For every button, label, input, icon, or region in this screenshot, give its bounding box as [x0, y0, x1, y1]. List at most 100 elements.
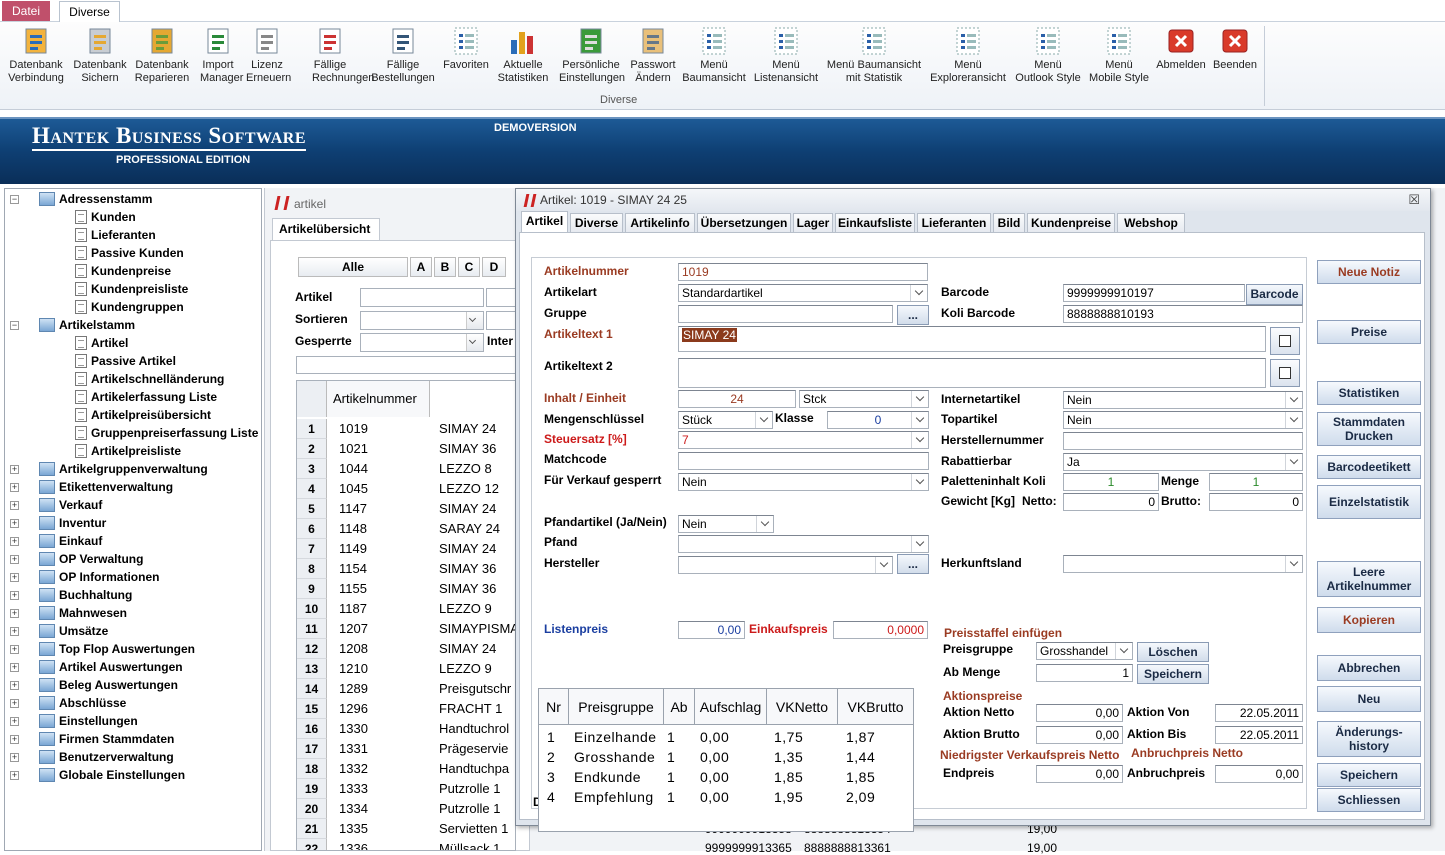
- endpreis-field[interactable]: 0,00: [1036, 765, 1123, 783]
- side-button-einzelstatistik[interactable]: Einzelstatistik: [1317, 485, 1421, 519]
- side-button-barcodeetikett[interactable]: Barcodeetikett: [1317, 455, 1421, 479]
- ribbon-button-16[interactable]: Menü Mobile Style: [1086, 26, 1152, 85]
- tab-diverse[interactable]: Diverse: [59, 1, 120, 23]
- expander-icon[interactable]: +: [10, 555, 19, 564]
- artikelnummer-field[interactable]: 1019: [678, 263, 928, 281]
- tree-item[interactable]: Artikelpreisübersicht: [5, 406, 261, 424]
- expander-icon[interactable]: +: [10, 465, 19, 474]
- grid-header-artikelnummer[interactable]: Artikelnummer: [327, 381, 430, 417]
- table-row[interactable]: 10 1187 LEZZO 9: [297, 599, 515, 619]
- tree-item[interactable]: + Artikelgruppenverwaltung: [5, 460, 261, 478]
- topartikel-field[interactable]: Nein: [1063, 411, 1303, 429]
- tree-item[interactable]: + Einkauf: [5, 532, 261, 550]
- grid-search-input[interactable]: [296, 356, 516, 374]
- chevron-down-icon[interactable]: [911, 536, 928, 552]
- filter-sortieren-input-2[interactable]: [486, 311, 516, 330]
- table-row[interactable]: 19 1333 Putzrolle 1: [297, 779, 515, 799]
- chevron-down-icon[interactable]: [911, 474, 928, 490]
- chevron-down-icon[interactable]: [1285, 392, 1302, 408]
- dots-button[interactable]: ...: [897, 305, 929, 325]
- gesperrt-field[interactable]: Nein: [678, 473, 929, 491]
- herkunftsland-field[interactable]: [1063, 555, 1303, 573]
- tab-artikelinfo[interactable]: Artikelinfo: [625, 213, 695, 233]
- tree-item[interactable]: + OP Verwaltung: [5, 550, 261, 568]
- ab-menge-field[interactable]: 1: [1036, 664, 1133, 682]
- alpha-filter-a[interactable]: A: [410, 257, 432, 277]
- ribbon-button-13[interactable]: Menü Baumansicht mit Statistik: [824, 26, 924, 85]
- loeschen-button[interactable]: Löschen: [1137, 642, 1209, 662]
- price-table-header[interactable]: Aufschlag: [695, 689, 767, 725]
- tree-item[interactable]: − Artikelstamm: [5, 316, 261, 334]
- table-row[interactable]: 14 1289 Preisgutschr: [297, 679, 515, 699]
- ribbon-button-4[interactable]: Lizenz Erneuern: [246, 26, 291, 85]
- ribbon-button-6[interactable]: Fällige Bestellungen: [369, 26, 437, 85]
- table-row[interactable]: 13 1210 LEZZO 9: [297, 659, 515, 679]
- tab-bild[interactable]: Bild: [993, 213, 1025, 233]
- tree-item[interactable]: + Artikel Auswertungen: [5, 658, 261, 676]
- table-row[interactable]: 6 1148 SARAY 24: [297, 519, 515, 539]
- tab-webshop[interactable]: Webshop: [1117, 213, 1185, 233]
- tree-item[interactable]: Artikelpreisliste: [5, 442, 261, 460]
- table-row[interactable]: 12 1208 SIMAY 24: [297, 639, 515, 659]
- chevron-down-icon[interactable]: [875, 557, 892, 573]
- table-row[interactable]: 21 1335 Servietten 1: [297, 819, 515, 839]
- table-row[interactable]: 18 1332 Handtuchpa: [297, 759, 515, 779]
- tree-item[interactable]: − Adressenstamm: [5, 190, 261, 208]
- price-table-header[interactable]: Ab: [664, 689, 695, 725]
- expander-icon[interactable]: +: [10, 753, 19, 762]
- aktion-netto-field[interactable]: 0,00: [1036, 704, 1123, 722]
- ribbon-button-3[interactable]: Import Manager: [200, 26, 243, 85]
- artikelart-field[interactable]: Standardartikel: [678, 284, 928, 302]
- ribbon-button-9[interactable]: Persönliche Einstellungen: [559, 26, 625, 85]
- expander-icon[interactable]: +: [10, 573, 19, 582]
- chevron-down-icon[interactable]: [756, 516, 773, 532]
- netto-field[interactable]: 0: [1063, 493, 1159, 511]
- table-row[interactable]: 9 1155 SIMAY 36: [297, 579, 515, 599]
- table-row[interactable]: 7 1149 SIMAY 24: [297, 539, 515, 559]
- table-row[interactable]: 4 1045 LEZZO 12: [297, 479, 515, 499]
- tree-item[interactable]: Kundengruppen: [5, 298, 261, 316]
- tree-item[interactable]: + Benutzerverwaltung: [5, 748, 261, 766]
- tree-item[interactable]: Kundenpreise: [5, 262, 261, 280]
- chevron-down-icon[interactable]: [911, 432, 928, 448]
- ribbon-button-18[interactable]: Beenden: [1211, 26, 1259, 72]
- pfand-field[interactable]: [678, 535, 929, 553]
- table-row[interactable]: 17 1331 Prägeservie: [297, 739, 515, 759]
- expander-icon[interactable]: +: [10, 645, 19, 654]
- rabattierbar-field[interactable]: Ja: [1063, 453, 1303, 471]
- table-row[interactable]: 20 1334 Putzrolle 1: [297, 799, 515, 819]
- einkaufspreis-field[interactable]: 0,0000: [833, 621, 928, 639]
- expander-icon[interactable]: +: [10, 609, 19, 618]
- anbruchpreis-field[interactable]: 0,00: [1215, 765, 1303, 783]
- expander-icon[interactable]: +: [10, 501, 19, 510]
- tree-item[interactable]: Passive Artikel: [5, 352, 261, 370]
- tab-diverse[interactable]: Diverse: [570, 213, 623, 233]
- menge-field[interactable]: 1: [1209, 473, 1303, 491]
- inhalt-field[interactable]: 24: [678, 390, 796, 408]
- paletteninhalt-field[interactable]: 1: [1063, 473, 1159, 491]
- chevron-down-icon[interactable]: [911, 391, 928, 407]
- brutto-field[interactable]: 0: [1209, 493, 1303, 511]
- price-table-header[interactable]: Nr: [539, 689, 569, 725]
- close-icon[interactable]: ☒: [1408, 193, 1420, 207]
- tree-item[interactable]: + Verkauf: [5, 496, 261, 514]
- alpha-filter-all[interactable]: Alle: [298, 257, 408, 277]
- chevron-down-icon[interactable]: [1115, 643, 1132, 659]
- tree-item[interactable]: + Abschlüsse: [5, 694, 261, 712]
- koli-barcode-field[interactable]: 8888888810193: [1063, 305, 1303, 323]
- table-row[interactable]: 15 1296 FRACHT 1: [297, 699, 515, 719]
- chevron-down-icon[interactable]: [1285, 556, 1302, 572]
- tree-item[interactable]: Artikelschnelländerung: [5, 370, 261, 388]
- side-button-statistiken[interactable]: Statistiken: [1317, 381, 1421, 405]
- ribbon-button-5[interactable]: Fällige Rechnungen: [312, 26, 374, 85]
- aktion-von-field[interactable]: 22.05.2011: [1215, 704, 1303, 722]
- expander-icon[interactable]: +: [10, 771, 19, 780]
- expander-icon[interactable]: +: [10, 627, 19, 636]
- table-row[interactable]: 3 1044 LEZZO 8: [297, 459, 515, 479]
- speichern-button[interactable]: Speichern: [1137, 664, 1209, 684]
- table-row[interactable]: 16 1330 Handtuchrol: [297, 719, 515, 739]
- ribbon-button-12[interactable]: Menü Listenansicht: [752, 26, 820, 85]
- table-row[interactable]: 11 1207 SIMAYPISMA: [297, 619, 515, 639]
- price-table-header[interactable]: VKNetto: [767, 689, 838, 725]
- expander-icon[interactable]: −: [10, 321, 19, 330]
